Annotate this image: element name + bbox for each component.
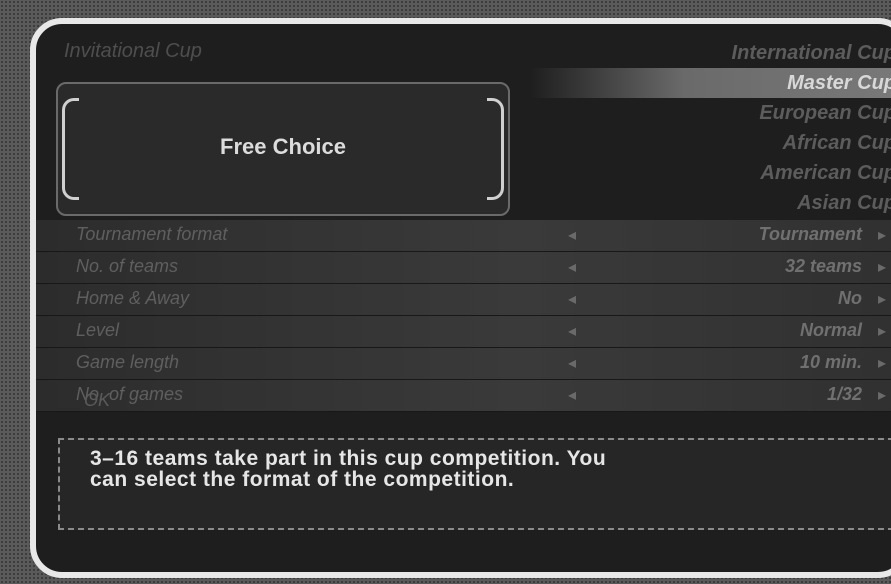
setting-row-no-of-teams[interactable]: No. of teams ◂ 32 teams ▸ — [36, 252, 891, 284]
free-choice-button[interactable]: Free Choice — [56, 82, 510, 216]
arrow-left-icon[interactable]: ◂ — [568, 321, 576, 341]
setting-value: No — [838, 288, 862, 308]
top-title: Invitational Cup — [64, 40, 202, 62]
arrow-right-icon[interactable]: ▸ — [878, 225, 886, 245]
setting-label: Tournament format — [76, 224, 228, 244]
free-choice-label: Free Choice — [220, 134, 346, 159]
arrow-right-icon[interactable]: ▸ — [878, 289, 886, 309]
arrow-left-icon[interactable]: ◂ — [568, 257, 576, 277]
cup-item-european[interactable]: European Cup — [530, 98, 891, 128]
cup-item-asian[interactable]: Asian Cup — [530, 188, 891, 218]
setting-row-level[interactable]: Level ◂ Normal ▸ — [36, 316, 891, 348]
arrow-left-icon[interactable]: ◂ — [568, 289, 576, 309]
setting-label: Home & Away — [76, 288, 190, 308]
setting-value: 1/32 — [826, 384, 862, 404]
arrow-right-icon[interactable]: ▸ — [878, 321, 886, 341]
description-line-2: can select the format of the competition… — [90, 468, 515, 491]
arrow-right-icon[interactable]: ▸ — [878, 353, 886, 373]
setting-value: Tournament — [758, 224, 862, 244]
setting-label: Level — [76, 320, 120, 340]
setting-value: 10 min. — [799, 352, 862, 372]
setting-row-no-of-games[interactable]: No. of games ◂ 1/32 ▸ — [36, 380, 891, 412]
arrow-left-icon[interactable]: ◂ — [568, 385, 576, 405]
ok-button[interactable]: OK — [84, 390, 110, 411]
cup-list: International Cup Master Cup European Cu… — [530, 38, 891, 218]
arrow-left-icon[interactable]: ◂ — [568, 353, 576, 373]
cup-item-international[interactable]: International Cup — [530, 38, 891, 68]
setting-value: Normal — [799, 320, 862, 340]
setting-row-home-away[interactable]: Home & Away ◂ No ▸ — [36, 284, 891, 316]
setting-label: Game length — [76, 352, 180, 372]
arrow-right-icon[interactable]: ▸ — [878, 385, 886, 405]
settings-list: Tournament format ◂ Tournament ▸ No. of … — [36, 220, 891, 412]
setting-row-tournament-format[interactable]: Tournament format ◂ Tournament ▸ — [36, 220, 891, 252]
arrow-right-icon[interactable]: ▸ — [878, 257, 886, 277]
arrow-left-icon[interactable]: ◂ — [568, 225, 576, 245]
cup-item-master[interactable]: Master Cup — [530, 68, 891, 98]
description-box: 3–16 teams take part in this cup competi… — [58, 438, 891, 530]
setting-row-game-length[interactable]: Game length ◂ 10 min. ▸ — [36, 348, 891, 380]
cup-item-american[interactable]: American Cup — [530, 158, 891, 188]
setting-value: 32 teams — [784, 256, 862, 276]
cup-settings-panel: Invitational Cup Free Choice Internation… — [30, 18, 891, 578]
description-line-1: 3–16 teams take part in this cup competi… — [90, 447, 607, 470]
cup-item-african[interactable]: African Cup — [530, 128, 891, 158]
setting-label: No. of teams — [76, 256, 179, 276]
